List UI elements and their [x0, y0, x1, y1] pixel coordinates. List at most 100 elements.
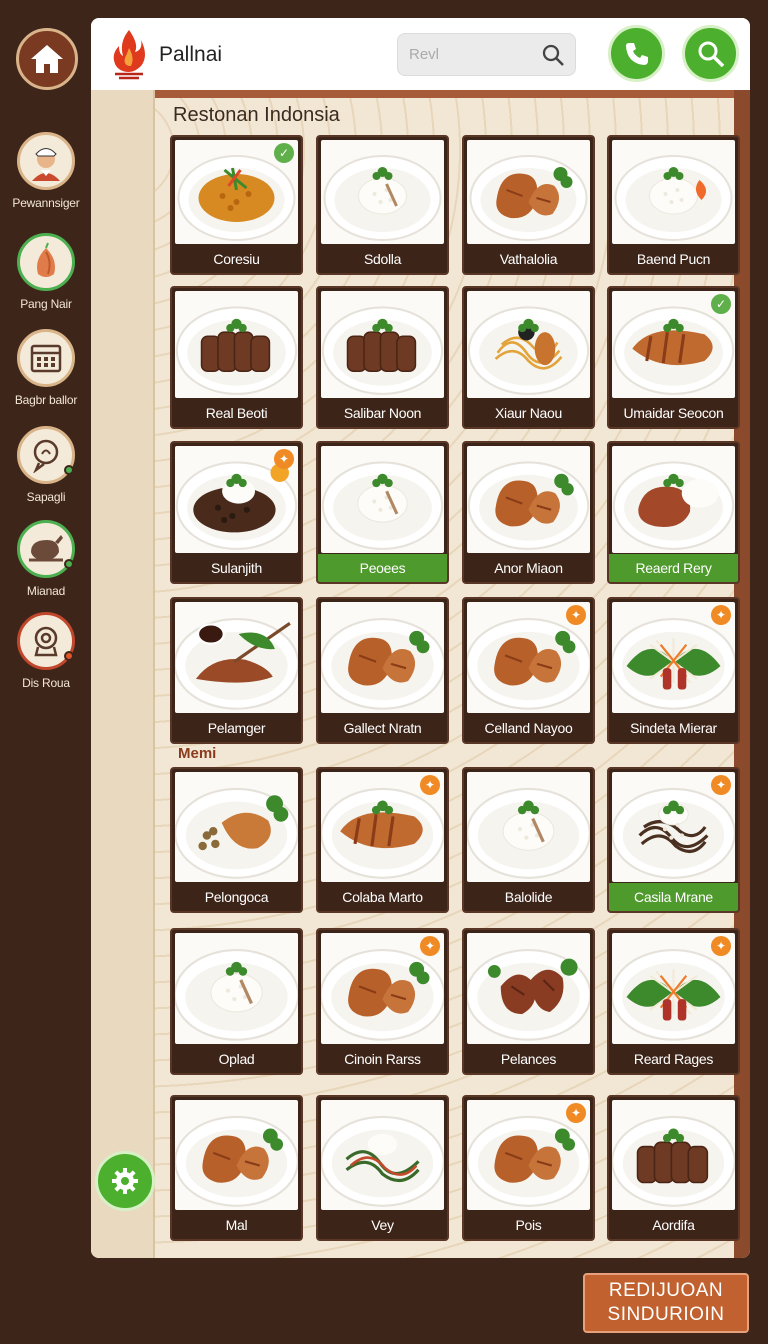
menu-item-card[interactable]: Oplad — [170, 928, 303, 1075]
menu-item-name: Colaba Marto — [342, 889, 423, 905]
menu-item-card[interactable]: Mal — [170, 1095, 303, 1241]
bottom-button-line-2: SINDURIOIN — [607, 1304, 725, 1325]
sidebar: Pewannsiger Pang Nair Bagbr ballor Sapag… — [0, 0, 92, 1344]
status-dot — [64, 559, 74, 569]
menu-item-card[interactable]: ✦ Pois — [462, 1095, 595, 1241]
spicy-badge-icon: ✦ — [711, 775, 731, 795]
menu-item-name: Coresiu — [213, 251, 260, 267]
menu-item-card[interactable]: ✦ Casila Mrane — [607, 767, 740, 913]
menu-item-card[interactable]: ✦ Colaba Marto — [316, 767, 449, 913]
menu-item-name: Anor Miaon — [494, 560, 563, 576]
check-badge-icon: ✓ — [711, 294, 731, 314]
sidebar-item-label: Bagbr ballor — [14, 393, 78, 407]
bottom-action-button[interactable]: REDIJUOAN SINDURIOIN — [583, 1273, 749, 1333]
menu-item-card[interactable]: Xiaur Naou — [462, 286, 595, 429]
menu-item-card[interactable]: Peoees — [316, 441, 449, 584]
menu-item-name: Aordifa — [652, 1217, 695, 1233]
menu-item-name: Real Beoti — [205, 405, 268, 421]
section-subtitle: Memi — [178, 745, 217, 762]
status-dot — [64, 651, 74, 661]
status-dot — [64, 465, 74, 475]
menu-item-name: Baend Pucn — [636, 251, 711, 267]
menu-item-card[interactable]: Balolide — [462, 767, 595, 913]
menu-item-card[interactable]: Vey — [316, 1095, 449, 1241]
dish-photo — [175, 933, 298, 1044]
menu-item-name: Umaidar Seocon — [623, 405, 724, 421]
menu-item-card[interactable]: Reaerd Rery — [607, 441, 740, 584]
home-icon — [31, 45, 63, 73]
dish-photo — [175, 291, 298, 398]
home-button[interactable] — [16, 28, 78, 90]
spicy-badge-icon: ✦ — [711, 605, 731, 625]
menu-item-name: Gallect Nratn — [343, 720, 422, 736]
menu-item-name: Oplad — [218, 1051, 255, 1067]
sidebar-item-pang-nair[interactable]: Pang Nair — [0, 233, 92, 311]
dish-photo — [321, 291, 444, 398]
menu-item-name: Reaerd Rery — [609, 554, 738, 582]
sidebar-item-bagbr-ballor[interactable]: Bagbr ballor — [0, 329, 92, 407]
menu-item-card[interactable]: ✓ Umaidar Seocon — [607, 286, 740, 429]
menu-item-card[interactable]: Baend Pucn — [607, 135, 740, 275]
dish-photo — [612, 1100, 735, 1210]
menu-item-card[interactable]: Pelamger — [170, 597, 303, 744]
menu-item-card[interactable]: Pelongoca — [170, 767, 303, 913]
flame-logo-icon — [113, 30, 145, 80]
search-icon — [698, 41, 724, 67]
sidebar-item-dis-roua[interactable]: Dis Roua — [0, 612, 92, 690]
menu-item-name: Vey — [371, 1217, 394, 1233]
menu-item-card[interactable]: Aordifa — [607, 1095, 740, 1241]
search-button[interactable] — [682, 25, 739, 82]
spicy-badge-icon: ✦ — [566, 1103, 586, 1123]
dish-photo — [467, 291, 590, 398]
main-panel: Pallnai Revl Restonan Indonsia Memi ✓ Cor… — [91, 18, 750, 1258]
roast-chicken-icon — [17, 520, 75, 578]
menu-item-card[interactable]: Salibar Noon — [316, 286, 449, 429]
dish-photo — [321, 1100, 444, 1210]
dish-photo — [175, 602, 298, 713]
menu-item-card[interactable]: ✦ Sindeta Mierar — [607, 597, 740, 744]
search-placeholder: Revl — [409, 46, 440, 63]
sidebar-item-label: Pang Nair — [20, 297, 72, 311]
menu-item-card[interactable]: Sdolla — [316, 135, 449, 275]
menu-item-name: Mal — [225, 1217, 248, 1233]
menu-item-name: Xiaur Naou — [494, 405, 563, 421]
search-input[interactable]: Revl — [397, 33, 576, 76]
menu-item-card[interactable]: ✓ Coresiu — [170, 135, 303, 275]
menu-item-name: Pois — [515, 1217, 542, 1233]
chat-support-icon — [17, 426, 75, 484]
menu-item-name: Casila Mrane — [609, 883, 738, 911]
menu-item-name: Sindeta Mierar — [630, 720, 717, 736]
dish-photo — [612, 446, 735, 553]
menu-item-card[interactable]: ✦ Sulanjith — [170, 441, 303, 584]
menu-item-card[interactable]: Anor Miaon — [462, 441, 595, 584]
sidebar-item-label: Mianad — [26, 584, 66, 598]
sidebar-item-pewannsiger[interactable]: Pewannsiger — [0, 132, 92, 210]
menu-item-name: Pelances — [500, 1051, 557, 1067]
sidebar-item-label: Dis Roua — [22, 676, 70, 690]
location-pin-icon — [17, 612, 75, 670]
settings-button[interactable] — [95, 1151, 155, 1211]
section-title: Restonan Indonsia — [173, 104, 340, 126]
menu-item-card[interactable]: Pelances — [462, 928, 595, 1075]
search-icon[interactable] — [541, 43, 565, 67]
dish-photo — [321, 446, 444, 553]
menu-item-name: Salibar Noon — [343, 405, 422, 421]
calendar-icon — [17, 329, 75, 387]
menu-item-name: Pelamger — [207, 720, 266, 736]
menu-item-name: Sulanjith — [210, 560, 262, 576]
menu-item-card[interactable]: ✦ Reard Rages — [607, 928, 740, 1075]
spicy-badge-icon: ✦ — [274, 449, 294, 469]
sidebar-item-sapagli[interactable]: Sapagli — [0, 426, 92, 504]
menu-item-card[interactable]: ✦ Cinoin Rarss — [316, 928, 449, 1075]
dish-photo — [612, 140, 735, 244]
menu-item-card[interactable]: Gallect Nratn — [316, 597, 449, 744]
menu-item-card[interactable]: Real Beoti — [170, 286, 303, 429]
dish-photo — [467, 933, 590, 1044]
menu-item-card[interactable]: ✦ Celland Nayoo — [462, 597, 595, 744]
decorative-border — [155, 90, 750, 98]
check-badge-icon: ✓ — [274, 143, 294, 163]
sidebar-item-mianad[interactable]: Mianad — [0, 520, 92, 598]
sidebar-item-label: Sapagli — [26, 490, 66, 504]
menu-item-card[interactable]: Vathalolia — [462, 135, 595, 275]
call-button[interactable] — [608, 25, 665, 82]
